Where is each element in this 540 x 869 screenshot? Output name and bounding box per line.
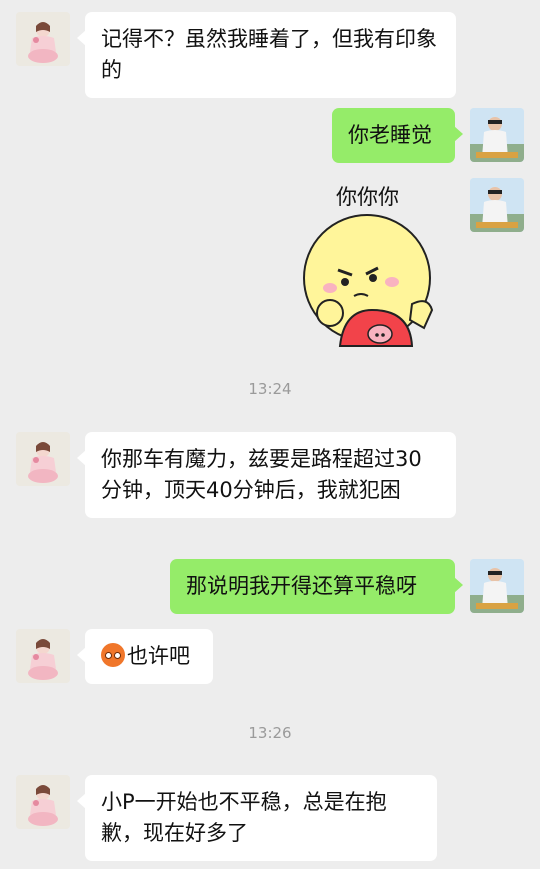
user-avatar-image bbox=[470, 178, 524, 232]
user-avatar[interactable] bbox=[470, 559, 524, 613]
message-bubble-incoming[interactable]: 也许吧 bbox=[77, 629, 213, 684]
message-text: 小P一开始也不平稳，总是在抱歉，现在好多了 bbox=[101, 790, 387, 845]
message-bubble-incoming[interactable]: 小P一开始也不平稳，总是在抱歉，现在好多了 bbox=[77, 775, 437, 861]
message-bubble-incoming[interactable]: 记得不？虽然我睡着了，但我有印象的 bbox=[77, 12, 456, 98]
timestamp: 13:26 bbox=[248, 724, 292, 742]
contact-avatar[interactable] bbox=[16, 629, 70, 683]
user-avatar-image bbox=[470, 559, 524, 613]
message-bubble-outgoing[interactable]: 你老睡觉 bbox=[332, 108, 463, 163]
message-text: 那说明我开得还算平稳呀 bbox=[186, 574, 417, 598]
message-text: 记得不？虽然我睡着了，但我有印象的 bbox=[101, 27, 437, 82]
message-text: 你那车有魔力，兹要是路程超过30分钟，顶天40分钟后，我就犯困 bbox=[101, 447, 422, 502]
contact-avatar-image bbox=[16, 432, 70, 486]
contact-avatar-image bbox=[16, 12, 70, 66]
user-avatar[interactable] bbox=[470, 108, 524, 162]
contact-avatar-image bbox=[16, 775, 70, 829]
contact-avatar[interactable] bbox=[16, 12, 70, 66]
contact-avatar[interactable] bbox=[16, 432, 70, 486]
timestamp: 13:24 bbox=[248, 380, 292, 398]
message-text: 你老睡觉 bbox=[348, 123, 432, 147]
message-bubble-incoming[interactable]: 你那车有魔力，兹要是路程超过30分钟，顶天40分钟后，我就犯困 bbox=[77, 432, 456, 518]
contact-avatar[interactable] bbox=[16, 775, 70, 829]
orange-face-emoji-icon bbox=[101, 643, 125, 667]
sticker-caption: 你你你 bbox=[336, 185, 399, 209]
sticker[interactable]: 你你你 bbox=[300, 178, 450, 348]
message-bubble-outgoing[interactable]: 那说明我开得还算平稳呀 bbox=[170, 559, 463, 614]
contact-avatar-image bbox=[16, 629, 70, 683]
user-avatar[interactable] bbox=[470, 178, 524, 232]
sticker-image: 你你你 bbox=[303, 185, 434, 347]
message-text: 也许吧 bbox=[127, 644, 190, 668]
user-avatar-image bbox=[470, 108, 524, 162]
